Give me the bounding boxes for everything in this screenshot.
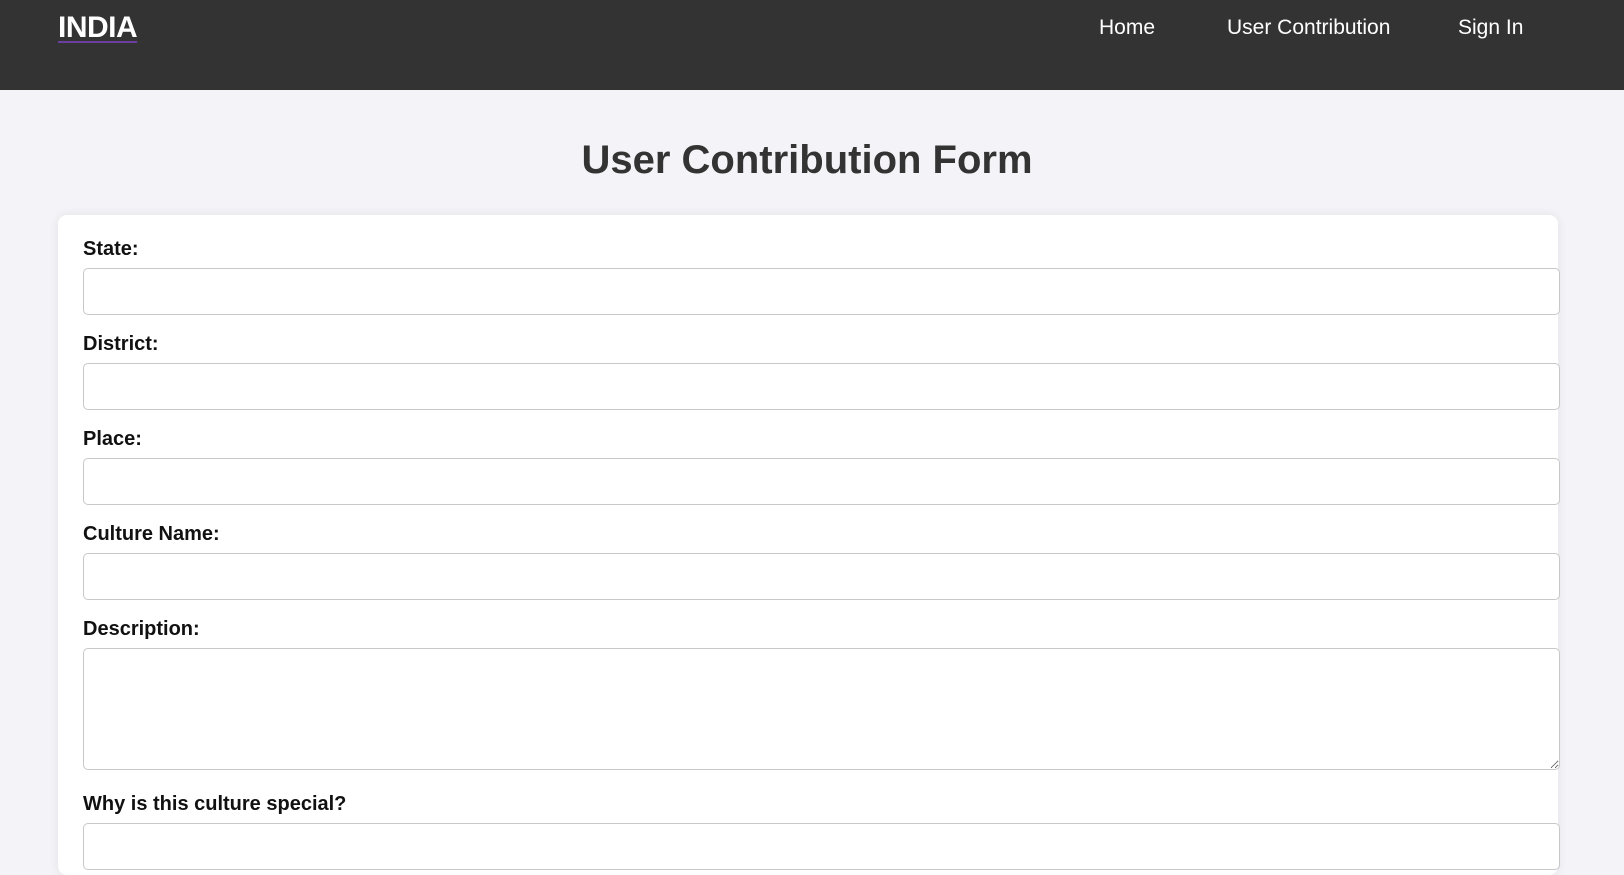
page-title: User Contribution Form [581,138,1033,182]
state-label: State: [83,238,139,260]
district-input[interactable] [83,363,1560,410]
nav-links: Home User Contribution Sign In [0,16,1624,46]
culture-name-label: Culture Name: [83,523,220,545]
state-input[interactable] [83,268,1560,315]
place-label: Place: [83,428,142,450]
description-textarea[interactable] [83,648,1560,770]
top-navbar: INDIA Home User Contribution Sign In [0,0,1624,90]
nav-link-sign-in[interactable]: Sign In [1458,16,1523,40]
why-special-input[interactable] [83,823,1560,870]
nav-link-home[interactable]: Home [1099,16,1155,40]
why-special-label: Why is this culture special? [83,793,347,815]
culture-name-input[interactable] [83,553,1560,600]
description-label: Description: [83,618,200,640]
nav-link-user-contribution[interactable]: User Contribution [1227,16,1390,40]
district-label: District: [83,333,159,355]
place-input[interactable] [83,458,1560,505]
